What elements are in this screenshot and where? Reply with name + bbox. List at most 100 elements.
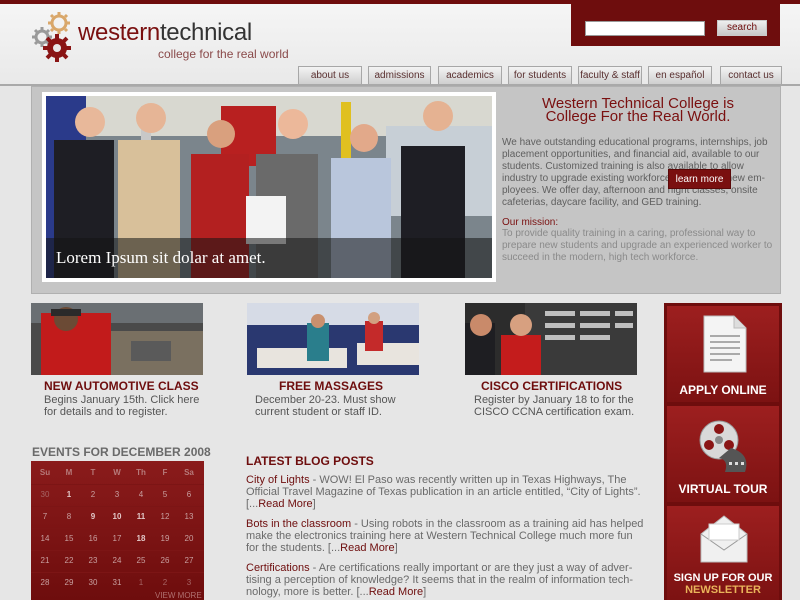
- apply-online-panel[interactable]: APPLY ONLINE: [667, 306, 779, 402]
- calendar-day[interactable]: 25: [129, 556, 153, 565]
- calendar-day[interactable]: 23: [81, 556, 105, 565]
- calendar-day[interactable]: 19: [153, 534, 177, 543]
- blog-post-bracket: ]: [312, 498, 316, 510]
- tab-en-espanol[interactable]: en español: [648, 66, 712, 84]
- calendar-day[interactable]: 24: [105, 556, 129, 565]
- hero-banner: Lorem Ipsum sit dolar at amet. Western T…: [31, 86, 781, 294]
- calendar-day-header: F: [162, 468, 168, 477]
- calendar-day[interactable]: 1: [129, 578, 153, 587]
- feature-image-cisco[interactable]: [465, 303, 637, 375]
- document-icon: [703, 315, 747, 373]
- search-input[interactable]: [585, 21, 705, 36]
- calendar-row-divider: [31, 550, 204, 551]
- site-logo[interactable]: westerntechnical college for the real wo…: [30, 10, 330, 66]
- cisco-photo: [465, 303, 637, 375]
- calendar-day[interactable]: 28: [33, 578, 57, 587]
- calendar-day[interactable]: 15: [57, 534, 81, 543]
- calendar-day[interactable]: 18: [129, 534, 153, 543]
- hero-title: Western Technical College is College For…: [502, 96, 774, 124]
- blog-post-title[interactable]: City of Lights: [246, 474, 310, 486]
- search-button[interactable]: search: [717, 20, 767, 36]
- logo-wordmark: westerntechnical: [78, 21, 252, 45]
- blog-post-title[interactable]: Certifications: [246, 562, 310, 574]
- learn-more-button[interactable]: learn more: [668, 169, 731, 189]
- envelope-icon: [700, 515, 748, 563]
- calendar-view-more-link[interactable]: VIEW MORE: [155, 591, 202, 600]
- film-reel-icon: [699, 420, 747, 472]
- calendar-day[interactable]: 3: [105, 490, 129, 499]
- calendar-day[interactable]: 2: [81, 490, 105, 499]
- feature-title-cisco[interactable]: CISCO CERTIFICATIONS: [481, 379, 622, 393]
- calendar-day-header: M: [65, 468, 73, 477]
- blog-read-more-link[interactable]: Read More: [340, 542, 394, 554]
- calendar-day[interactable]: 27: [177, 556, 201, 565]
- blog-post-bracket: ]: [423, 586, 427, 598]
- calendar-day[interactable]: 13: [177, 512, 201, 521]
- calendar-day[interactable]: 17: [105, 534, 129, 543]
- hero-photo[interactable]: Lorem Ipsum sit dolar at amet.: [42, 92, 496, 282]
- site-header: westerntechnical college for the real wo…: [0, 4, 800, 86]
- hero-caption: Lorem Ipsum sit dolar at amet.: [46, 238, 492, 278]
- tab-faculty-staff[interactable]: faculty & staff: [578, 66, 642, 84]
- calendar-day[interactable]: 12: [153, 512, 177, 521]
- apply-online-label[interactable]: APPLY ONLINE: [667, 383, 779, 397]
- calendar-day-header: T: [90, 468, 96, 477]
- calendar-day[interactable]: 2: [153, 578, 177, 587]
- automotive-photo: [31, 303, 203, 375]
- calendar-day[interactable]: 20: [177, 534, 201, 543]
- calendar-day[interactable]: 31: [105, 578, 129, 587]
- events-calendar: Su M T W Th F Sa 30 1 2 3 4 5 6 7 8 9 10 11 12 13 14 15 16 17 18 1…: [31, 461, 204, 600]
- calendar-day[interactable]: 5: [153, 490, 177, 499]
- search-area: search: [571, 4, 780, 46]
- virtual-tour-panel[interactable]: VIRTUAL TOUR: [667, 406, 779, 502]
- tab-for-students[interactable]: for students: [508, 66, 572, 84]
- calendar-day-header: Su: [39, 468, 51, 477]
- mission-heading: Our mission:: [502, 217, 559, 228]
- newsletter-label-line2[interactable]: NEWSLETTER: [667, 584, 779, 596]
- calendar-day[interactable]: 3: [177, 578, 201, 587]
- calendar-day[interactable]: 1: [57, 490, 81, 499]
- blog-read-more-link[interactable]: Read More: [369, 586, 423, 598]
- tab-contact-us[interactable]: contact us: [720, 66, 782, 84]
- feature-title-automotive[interactable]: NEW AUTOMOTIVE CLASS: [44, 379, 199, 393]
- calendar-day[interactable]: 10: [105, 512, 129, 521]
- blog-post: Certifications - Are certifications real…: [246, 562, 644, 598]
- tab-about-us[interactable]: about us: [298, 66, 362, 84]
- events-heading: EVENTS FOR DECEMBER 2008: [32, 445, 211, 459]
- blog-post-bracket: ]: [394, 542, 398, 554]
- calendar-day[interactable]: 16: [81, 534, 105, 543]
- calendar-day[interactable]: 26: [153, 556, 177, 565]
- hero-body: We have outstanding educational programs…: [502, 137, 768, 208]
- logo-word-technical: technical: [159, 19, 252, 46]
- calendar-day[interactable]: 6: [177, 490, 201, 499]
- sidebar: APPLY ONLINE VIRTUAL TOUR SIGN UP FOR OU…: [664, 303, 782, 600]
- feature-title-massages[interactable]: FREE MASSAGES: [279, 379, 383, 393]
- newsletter-panel[interactable]: SIGN UP FOR OUR NEWSLETTER: [667, 506, 779, 600]
- calendar-day[interactable]: 30: [81, 578, 105, 587]
- calendar-day[interactable]: 21: [33, 556, 57, 565]
- feature-text-cisco: Register by January 18 to for the CISCO …: [474, 394, 635, 418]
- feature-image-massages[interactable]: [247, 303, 419, 375]
- calendar-day[interactable]: 30: [33, 490, 57, 499]
- calendar-day[interactable]: 14: [33, 534, 57, 543]
- calendar-day[interactable]: 29: [57, 578, 81, 587]
- calendar-day[interactable]: 8: [57, 512, 81, 521]
- calendar-row-divider: [31, 572, 204, 573]
- calendar-day-header: W: [113, 468, 121, 477]
- calendar-day[interactable]: 22: [57, 556, 81, 565]
- calendar-day[interactable]: 9: [81, 512, 105, 521]
- calendar-day-header: Sa: [184, 468, 194, 477]
- tab-academics[interactable]: academics: [438, 66, 502, 84]
- calendar-day[interactable]: 11: [129, 512, 153, 521]
- calendar-day[interactable]: 7: [33, 512, 57, 521]
- feature-image-automotive[interactable]: [31, 303, 203, 375]
- tab-admissions[interactable]: admissions: [368, 66, 431, 84]
- calendar-day[interactable]: 4: [129, 490, 153, 499]
- blog-post-title[interactable]: Bots in the classroom: [246, 518, 351, 530]
- logo-tagline: college for the real world: [158, 47, 289, 61]
- blog-post: City of Lights - WOW! El Paso was recent…: [246, 474, 644, 510]
- newsletter-label-line1[interactable]: SIGN UP FOR OUR: [667, 572, 779, 584]
- blog-read-more-link[interactable]: Read More: [258, 498, 312, 510]
- blog-post: Bots in the classroom - Using robots in …: [246, 518, 644, 554]
- virtual-tour-label[interactable]: VIRTUAL TOUR: [667, 482, 779, 496]
